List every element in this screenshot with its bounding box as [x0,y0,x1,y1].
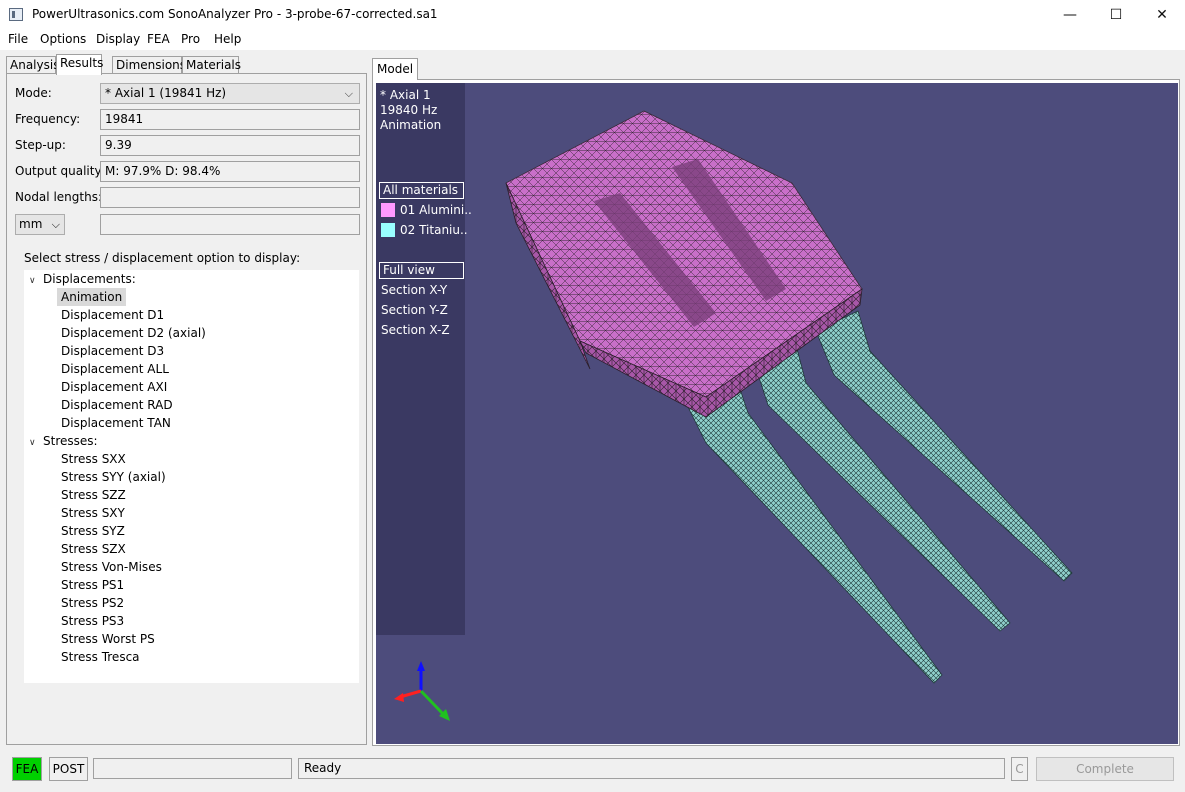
tree-item[interactable]: Displacement D1 [57,306,168,324]
nodal-lengths-field[interactable] [100,187,360,208]
tree-item[interactable]: Stress PS3 [57,612,128,630]
fea-button[interactable]: FEA [12,757,42,781]
complete-button[interactable]: Complete [1036,757,1174,781]
tree-item[interactable]: Stress SXX [57,450,130,468]
menu-bar: File Options Display FEA Pro Help [0,30,1185,50]
minimize-button[interactable]: — [1047,0,1093,30]
model-viewport[interactable]: * Axial 1 19840 Hz Animation All materia… [376,83,1178,744]
tree-item[interactable]: Stress Tresca [57,648,144,666]
tree-group-label: Stresses: [43,434,98,448]
select-option-label: Select stress / displacement option to d… [24,251,301,265]
tree-item[interactable]: Stress SYY (axial) [57,468,170,486]
stepup-field[interactable]: 9.39 [100,135,360,156]
tree-group-displacements[interactable]: ∨ Displacements: [29,270,136,288]
frequency-field[interactable]: 19841 [100,109,360,130]
app-icon [9,8,23,21]
stepup-label: Step-up: [15,138,66,152]
tree-item[interactable]: Stress PS2 [57,594,128,612]
tree-item[interactable]: Displacement AXI [57,378,171,396]
chevron-down-icon: ∨ [29,438,36,448]
menu-file[interactable]: File [8,32,28,46]
chevron-down-icon: ⌵ [51,218,60,231]
tree-group-stresses[interactable]: ∨ Stresses: [29,432,98,450]
aluminium-block [505,110,863,418]
output-quality-field[interactable]: M: 97.9% D: 98.4% [100,161,360,182]
tree-item[interactable]: Displacement D3 [57,342,168,360]
output-quality-label: Output quality: [15,164,105,178]
status-message: Ready [298,758,1005,779]
menu-fea[interactable]: FEA [147,32,170,46]
axis-triad-icon [394,661,450,721]
c-button[interactable]: C [1011,757,1028,781]
tree-item[interactable]: Stress PS1 [57,576,128,594]
mode-select-value: * Axial 1 (19841 Hz) [105,86,227,100]
tab-results[interactable]: Results [56,54,103,75]
nodal-lengths-label: Nodal lengths: [15,190,102,204]
title-bar: PowerUltrasonics.com SonoAnalyzer Pro - … [0,0,1185,30]
menu-pro[interactable]: Pro [181,32,200,46]
menu-options[interactable]: Options [40,32,86,46]
frequency-label: Frequency: [15,112,81,126]
post-button[interactable]: POST [49,757,88,781]
tree-item[interactable]: Displacement RAD [57,396,177,414]
tree-item[interactable]: Stress SZX [57,540,130,558]
fea-mesh-model [394,110,1073,721]
result-option-tree: ∨ Displacements: Animation Displacement D… [24,270,359,683]
window-title: PowerUltrasonics.com SonoAnalyzer Pro - … [32,7,438,21]
tab-materials[interactable]: Materials [182,56,241,74]
mode-label: Mode: [15,86,52,100]
close-button[interactable]: ✕ [1139,0,1185,30]
tab-dimensions[interactable]: Dimensions [112,56,186,74]
tree-item[interactable]: Displacement D2 (axial) [57,324,210,342]
tree-item[interactable]: Displacement TAN [57,414,175,432]
tab-analysis[interactable]: Analysis [6,56,59,74]
tree-item[interactable]: Stress SYZ [57,522,129,540]
tree-group-label: Displacements: [43,272,136,286]
maximize-button[interactable]: ☐ [1093,0,1139,30]
unit-select-value: mm [19,217,43,231]
unit-select[interactable]: mm ⌵ [15,214,65,235]
menu-display[interactable]: Display [96,32,140,46]
status-bar: FEA POST Ready C Complete [0,752,1185,792]
tree-item[interactable]: Displacement ALL [57,360,173,378]
unit-value-field[interactable] [100,214,360,235]
tree-item[interactable]: Stress SXY [57,504,129,522]
tab-model[interactable]: Model [372,58,419,80]
tree-item[interactable]: Stress SZZ [57,486,130,504]
tree-item[interactable]: Stress Worst PS [57,630,159,648]
mode-select[interactable]: * Axial 1 (19841 Hz) ⌵ [100,83,360,104]
status-field-empty [93,758,292,779]
chevron-down-icon: ∨ [29,276,36,286]
chevron-down-icon: ⌵ [344,87,353,100]
tree-item[interactable]: Stress Von-Mises [57,558,166,576]
tree-item-animation[interactable]: Animation [57,288,127,306]
menu-help[interactable]: Help [214,32,241,46]
